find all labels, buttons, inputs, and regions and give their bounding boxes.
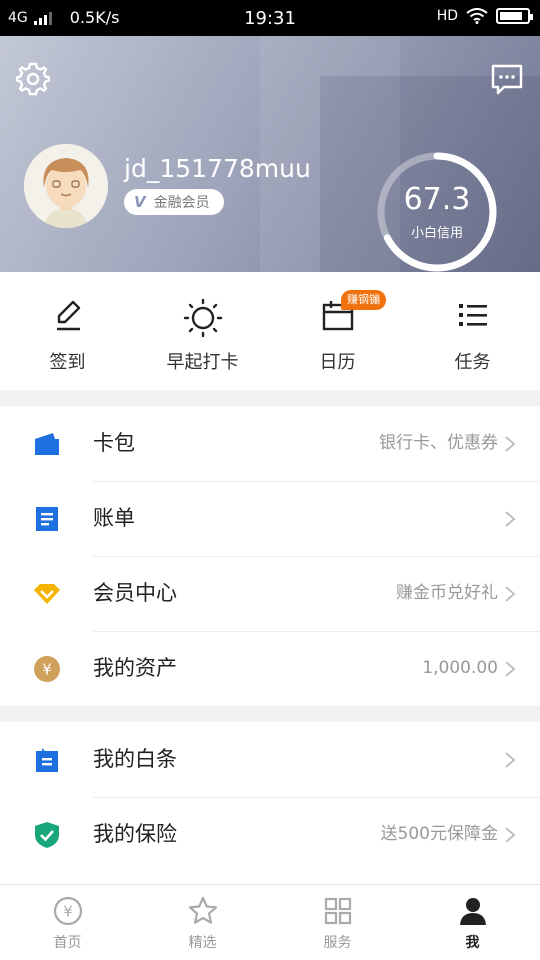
tab-home[interactable]: ¥ 首页 bbox=[0, 885, 135, 960]
tab-label: 服务 bbox=[323, 935, 352, 951]
menu-item-member-center[interactable]: 会员中心 赚金币兑好礼 bbox=[0, 556, 540, 631]
tab-label: 首页 bbox=[53, 935, 82, 951]
pen-icon bbox=[56, 300, 80, 331]
tab-me[interactable]: 我 bbox=[405, 885, 540, 960]
message-icon[interactable] bbox=[490, 62, 524, 96]
hd-indicator: HD bbox=[436, 8, 458, 24]
menu-item-bill[interactable]: 账单 bbox=[0, 481, 540, 556]
chevron-right-icon bbox=[505, 661, 516, 677]
chevron-right-icon bbox=[505, 586, 516, 602]
menu-item-baitiao[interactable]: 我的白条 bbox=[0, 722, 540, 797]
svg-text:¥: ¥ bbox=[42, 661, 52, 679]
menu-item-extra: 赚金币兑好礼 bbox=[396, 583, 498, 603]
chevron-right-icon bbox=[505, 827, 516, 843]
menu-section-2: 我的白条 我的保险 送500元保障金 bbox=[0, 722, 540, 884]
menu-item-title: 我的白条 bbox=[93, 747, 177, 771]
menu-item-extra: 1,000.00 bbox=[422, 658, 498, 678]
bottom-tab-bar: ¥ 首页 精选 服务 我 bbox=[0, 884, 540, 960]
chevron-right-icon bbox=[505, 752, 516, 768]
menu-item-title: 会员中心 bbox=[93, 581, 177, 605]
credit-score: 67.3 bbox=[403, 182, 471, 217]
menu-item-insurance[interactable]: 我的保险 送500元保障金 bbox=[0, 797, 540, 872]
tab-label: 我 bbox=[465, 935, 480, 951]
menu-item-title: 账单 bbox=[93, 506, 135, 530]
home-yuan-icon: ¥ bbox=[53, 896, 82, 926]
menu-item-title: 我的资产 bbox=[93, 656, 177, 680]
battery-icon bbox=[496, 8, 533, 24]
sun-icon bbox=[183, 298, 222, 338]
quick-action-tasks[interactable]: 任务 bbox=[405, 272, 540, 390]
list-icon bbox=[458, 304, 487, 326]
quick-action-checkin[interactable]: 签到 bbox=[0, 272, 135, 390]
yuan-coin-icon: ¥ bbox=[34, 656, 60, 682]
menu-section-1: 卡包 银行卡、优惠券 账单 会员中心 赚金币兑好礼 ¥ 我的资产 1,000.0… bbox=[0, 406, 540, 706]
menu-item-extra: 银行卡、优惠券 bbox=[379, 433, 498, 453]
menu-item-my-assets[interactable]: ¥ 我的资产 1,000.00 bbox=[0, 631, 540, 706]
quick-action-label: 日历 bbox=[319, 352, 356, 373]
tab-services[interactable]: 服务 bbox=[270, 885, 405, 960]
diamond-icon bbox=[34, 584, 60, 604]
v-badge-icon: V bbox=[134, 193, 146, 211]
member-label: 金融会员 bbox=[153, 195, 210, 211]
quick-action-calendar[interactable]: 日历 bbox=[270, 272, 405, 390]
tab-featured[interactable]: 精选 bbox=[135, 885, 270, 960]
chevron-right-icon bbox=[505, 436, 516, 452]
tab-label: 精选 bbox=[188, 935, 217, 951]
profile-header: jd_151778muu V 金融会员 67.3 小白信用 bbox=[0, 36, 540, 272]
status-right: HD bbox=[436, 8, 533, 24]
bill-icon bbox=[36, 507, 58, 531]
avatar[interactable] bbox=[24, 144, 108, 228]
earn-coins-badge: 赚钢镚 bbox=[341, 290, 386, 310]
quick-actions: 签到 早起打卡 日历 赚钢镚 任务 bbox=[0, 272, 540, 390]
status-bar: 4G 0.5K/s 19:31 HD bbox=[0, 0, 540, 36]
gear-icon[interactable] bbox=[16, 62, 50, 96]
menu-item-title: 卡包 bbox=[93, 431, 135, 455]
shield-check-icon bbox=[35, 822, 59, 848]
iou-icon bbox=[36, 748, 58, 772]
grid-icon bbox=[324, 897, 351, 925]
person-icon bbox=[459, 898, 486, 925]
wallet-icon bbox=[35, 433, 59, 455]
avatar-illustration bbox=[24, 144, 108, 228]
menu-item-title: 我的保险 bbox=[93, 822, 177, 846]
wifi-icon bbox=[466, 8, 488, 24]
credit-label: 小白信用 bbox=[410, 226, 463, 241]
star-icon bbox=[188, 896, 217, 924]
svg-text:¥: ¥ bbox=[63, 903, 73, 921]
chevron-right-icon bbox=[505, 511, 516, 527]
menu-item-card-wallet[interactable]: 卡包 银行卡、优惠券 bbox=[0, 406, 540, 481]
quick-action-label: 签到 bbox=[49, 352, 86, 373]
quick-action-label: 任务 bbox=[454, 352, 491, 373]
menu-item-extra: 送500元保障金 bbox=[380, 824, 498, 844]
quick-action-early-rise[interactable]: 早起打卡 bbox=[135, 272, 270, 390]
username: jd_151778muu bbox=[124, 154, 311, 183]
quick-action-label: 早起打卡 bbox=[166, 352, 239, 373]
member-badge[interactable]: V 金融会员 bbox=[124, 189, 224, 215]
